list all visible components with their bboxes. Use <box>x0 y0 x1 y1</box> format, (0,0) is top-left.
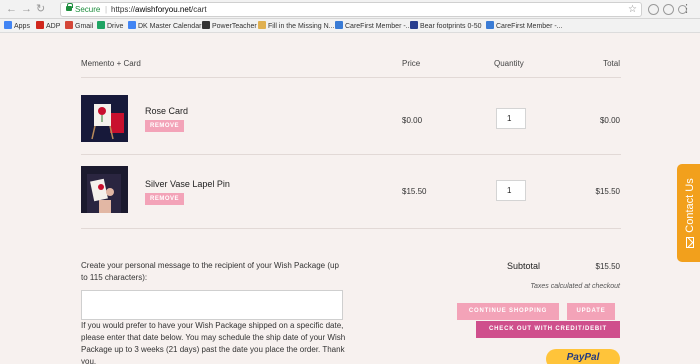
address-bar[interactable]: Secure | https://awishforyou.net/cart ☆ <box>60 2 642 17</box>
powerteacher-icon <box>202 21 210 29</box>
contact-us-label-wrap: Contact Us <box>680 165 700 261</box>
camera-extension-icon[interactable] <box>663 4 674 15</box>
reload-icon[interactable]: ↻ <box>36 3 45 16</box>
gmail-icon <box>65 21 73 29</box>
product-name[interactable]: Silver Vase Lapel Pin <box>145 179 230 189</box>
contact-us-label: Contact Us <box>684 178 696 233</box>
url-separator: | <box>105 5 108 14</box>
price-cell: $0.00 <box>402 116 423 125</box>
total-cell: $15.50 <box>595 187 620 196</box>
header-quantity: Quantity <box>494 59 524 68</box>
bookmark-adp[interactable]: ADP <box>36 21 60 32</box>
url-text: https://awishforyou.net/cart <box>111 5 207 14</box>
bookmark-powerteacher[interactable]: PowerTeacher <box>202 21 257 32</box>
bookmark-apps[interactable]: Apps <box>4 21 30 32</box>
forward-arrow-icon[interactable]: → <box>21 3 32 16</box>
update-button[interactable]: UPDATE <box>567 303 615 320</box>
remove-button[interactable]: REMOVE <box>145 193 184 205</box>
total-cell: $0.00 <box>599 116 620 125</box>
more-menu-icon[interactable]: ⋮ <box>681 2 692 16</box>
bookmark-drive[interactable]: Drive <box>97 21 123 32</box>
quantity-input[interactable]: 1 <box>496 108 526 129</box>
header-price: Price <box>402 59 421 68</box>
calendar-icon <box>128 21 136 29</box>
subtotal-value: $15.50 <box>595 262 620 271</box>
rose-card-image[interactable] <box>81 95 128 142</box>
carefirst-icon <box>335 21 343 29</box>
header-product: Memento + Card <box>81 59 141 68</box>
bookmark-star-icon[interactable]: ☆ <box>628 3 637 16</box>
checkout-button[interactable]: CHECK OUT WITH CREDIT/DEBIT <box>476 321 620 338</box>
lock-icon <box>66 3 73 11</box>
divider <box>81 77 621 78</box>
taxes-note: Taxes calculated at checkout <box>530 283 620 290</box>
subtotal-label: Subtotal <box>507 261 541 271</box>
message-prompt: Create your personal message to the reci… <box>81 261 339 282</box>
paypal-button[interactable]: PayPal <box>546 349 620 364</box>
lapel-pin-image[interactable] <box>81 166 128 213</box>
price-cell: $15.50 <box>402 187 427 196</box>
header-total: Total <box>603 59 620 68</box>
bookmarks-bar: Apps ADP Gmail Drive DK Master Calendar … <box>0 19 700 33</box>
bookmark-bear-footprints[interactable]: Bear footprints 0-50 <box>410 21 481 32</box>
product-name[interactable]: Rose Card <box>145 106 188 116</box>
browser-toolbar: ← → ↻ Secure | https://awishforyou.net/c… <box>0 0 700 19</box>
quantity-input[interactable]: 1 <box>496 180 526 201</box>
extension-icon[interactable] <box>648 4 659 15</box>
back-arrow-icon[interactable]: ← <box>6 3 17 16</box>
bookmark-dk-master-calendar[interactable]: DK Master Calendar <box>128 21 201 32</box>
secure-label: Secure <box>75 5 101 14</box>
adp-icon <box>36 21 44 29</box>
carefirst-icon <box>486 21 494 29</box>
ship-date-note: If you would prefer to have your Wish Pa… <box>81 321 346 364</box>
bookmark-gmail[interactable]: Gmail <box>65 21 93 32</box>
drive-icon <box>97 21 105 29</box>
divider <box>81 228 621 229</box>
contact-us-tab[interactable]: Contact Us <box>677 164 700 262</box>
sb-icon <box>410 21 418 29</box>
bookmark-fill-missing[interactable]: Fill in the Missing N... <box>258 21 335 32</box>
continue-shopping-button[interactable]: CONTINUE SHOPPING <box>457 303 559 320</box>
apps-grid-icon <box>4 21 12 29</box>
envelope-icon <box>686 236 694 248</box>
bookmark-carefirst-2[interactable]: CareFirst Member -... <box>486 21 563 32</box>
divider <box>81 154 621 155</box>
bookmark-carefirst-1[interactable]: CareFirst Member -... <box>335 21 412 32</box>
personal-message-input[interactable] <box>81 290 343 320</box>
remove-button[interactable]: REMOVE <box>145 120 184 132</box>
bookmark-icon <box>258 21 266 29</box>
